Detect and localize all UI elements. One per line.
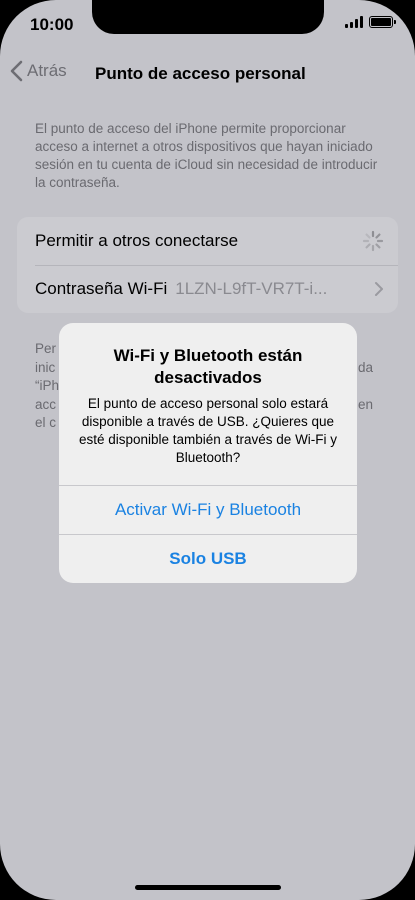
alert-body: Wi-Fi y Bluetooth están desactivados El … <box>59 323 357 485</box>
alert-title: Wi-Fi y Bluetooth están desactivados <box>113 346 303 387</box>
chevron-right-icon <box>375 282 383 296</box>
signal-icon <box>345 16 363 28</box>
spinner-icon <box>362 230 384 252</box>
settings-group: Permitir a otros conectarse Contraseña W… <box>17 217 398 313</box>
allow-others-label: Permitir a otros conectarse <box>35 231 239 250</box>
battery-icon <box>369 16 396 28</box>
wifi-password-row[interactable]: Contraseña Wi-Fi 1LZN-L9fT-VR7T-i... <box>17 265 398 313</box>
alert-message: El punto de acceso personal solo estará … <box>78 396 338 465</box>
page-title: Punto de acceso personal <box>95 64 306 83</box>
status-time: 10:00 <box>30 15 74 34</box>
allow-others-row[interactable]: Permitir a otros conectarse <box>17 217 398 265</box>
notch <box>92 0 324 34</box>
status-bar: 10:00 <box>0 0 415 50</box>
wifi-password-label: Contraseña Wi-Fi <box>35 279 168 298</box>
phone-screen: 10:00 Atrás Punto de acceso personal El … <box>0 0 415 900</box>
wifi-password-value: 1LZN-L9fT-VR7T-i... <box>175 279 328 298</box>
usb-only-button[interactable]: Solo USB <box>59 534 357 583</box>
navigation-bar: Atrás Punto de acceso personal <box>0 58 415 90</box>
home-indicator[interactable] <box>135 885 281 890</box>
back-button[interactable]: Atrás <box>10 60 67 82</box>
alert-dialog: Wi-Fi y Bluetooth están desactivados El … <box>59 323 357 583</box>
hotspot-description: El punto de acceso del iPhone permite pr… <box>35 121 378 190</box>
status-icons <box>345 16 396 28</box>
activate-wifi-bluetooth-button[interactable]: Activar Wi-Fi y Bluetooth <box>59 485 357 534</box>
chevron-left-icon <box>10 60 23 82</box>
back-label: Atrás <box>27 61 67 80</box>
